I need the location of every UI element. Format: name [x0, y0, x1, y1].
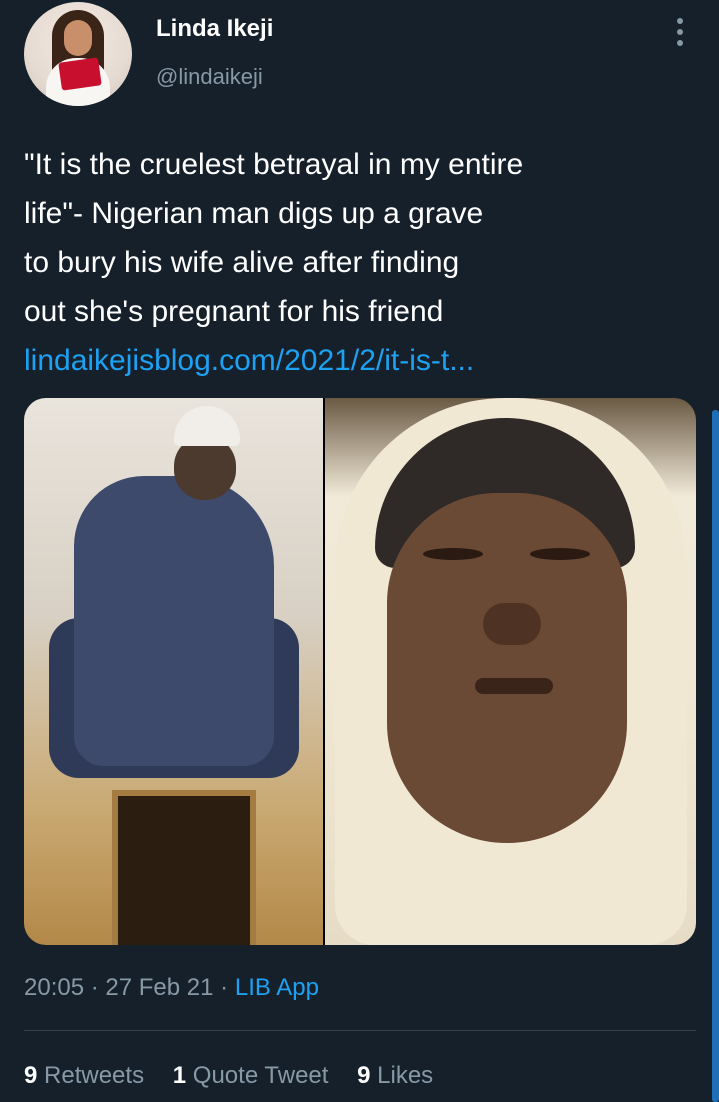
tweet-text: "It is the cruelest betrayal in my entir… — [24, 140, 684, 385]
woman-face — [387, 493, 627, 843]
photo-man-at-grave[interactable] — [24, 398, 323, 945]
mouth — [475, 678, 553, 694]
likes-stat[interactable]: 9 Likes — [357, 1062, 433, 1089]
grave — [112, 790, 256, 945]
separator: · — [90, 974, 99, 1001]
likes-count: 9 — [357, 1062, 371, 1089]
tweet-timestamp: 20:05 · 27 Feb 21 · LIB App — [24, 974, 319, 1002]
retweets-stat[interactable]: 9 Retweets — [24, 1062, 144, 1089]
tweet-date[interactable]: 27 Feb 21 — [105, 974, 213, 1001]
likes-label: Likes — [377, 1062, 434, 1089]
retweets-label: Retweets — [44, 1062, 145, 1089]
quote-tweets-label: Quote Tweet — [192, 1062, 329, 1089]
avatar-face — [64, 20, 92, 56]
tweet-stats: 9 Retweets 1 Quote Tweet 9 Likes — [24, 1062, 455, 1090]
divider — [24, 1030, 696, 1031]
left-eye — [423, 548, 483, 560]
tweet-source[interactable]: LIB App — [235, 974, 319, 1001]
tweet-line: to bury his wife alive after finding — [24, 246, 460, 279]
retweets-count: 9 — [24, 1062, 38, 1089]
quote-tweets-stat[interactable]: 1 Quote Tweet — [173, 1062, 329, 1089]
photo-woman[interactable] — [325, 398, 696, 945]
tweet-link[interactable]: lindaikejisblog.com/2021/2/it-is-t... — [24, 336, 684, 385]
more-dot — [677, 40, 683, 46]
author-handle[interactable]: @lindaikeji — [156, 64, 263, 90]
quote-tweets-count: 1 — [172, 1062, 187, 1089]
avatar-logo — [58, 57, 102, 91]
tweet-line: out she's pregnant for his friend — [24, 295, 444, 328]
more-dot — [677, 18, 683, 24]
man-body — [74, 476, 274, 766]
nose — [483, 603, 541, 645]
tweet-time[interactable]: 20:05 — [24, 974, 84, 1001]
scrollbar[interactable] — [712, 410, 719, 1102]
right-eye — [530, 548, 590, 560]
man-cap — [174, 406, 240, 446]
avatar[interactable] — [24, 2, 132, 106]
more-options-icon[interactable] — [668, 18, 692, 50]
tweet-line: "It is the cruelest betrayal in my entir… — [24, 148, 524, 181]
tweet-line: life"- Nigerian man digs up a grave — [24, 197, 484, 230]
separator: · — [220, 974, 229, 1001]
more-dot — [677, 29, 683, 35]
author-name[interactable]: Linda Ikeji — [156, 15, 273, 43]
tweet-media[interactable] — [24, 398, 696, 945]
